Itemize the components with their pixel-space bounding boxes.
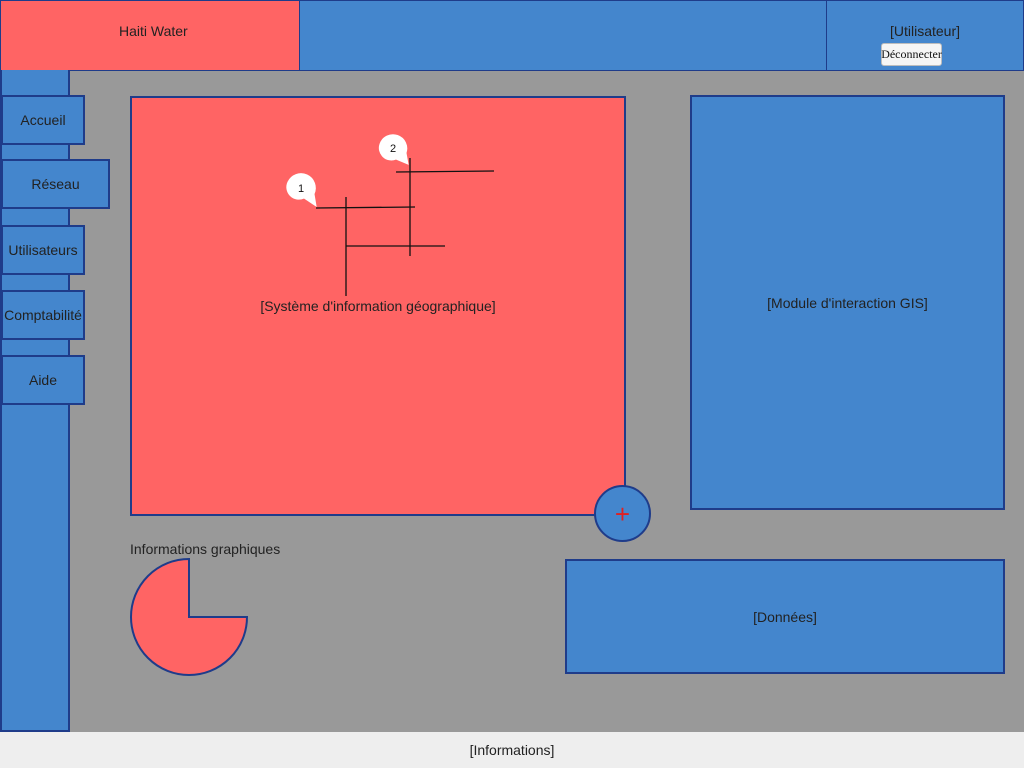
graphics-title: Informations graphiques [130,541,281,557]
map-marker-1[interactable]: 1 [286,173,317,208]
app-brand: Haiti Water [0,0,300,71]
user-panel: [Utilisateur] Déconnecter [826,0,1024,71]
sidebar-item-label: Utilisateurs [8,242,78,258]
map-marker-2[interactable]: 2 [378,134,409,165]
sidebar-item-accueil[interactable]: Accueil [1,95,85,145]
user-name: [Utilisateur] [889,23,961,39]
sidebar-item-comptabilite[interactable]: Comptabilité [1,290,85,340]
sidebar-item-reseau[interactable]: Réseau [1,159,110,209]
data-panel[interactable]: [Données] [565,559,1005,674]
plus-icon: + [614,498,631,529]
add-button[interactable]: + [594,485,651,542]
gis-map-label: [Système d'information géographique] [260,298,496,314]
sidebar-item-label: Aide [28,372,58,388]
sidebar-item-label: Accueil [20,112,66,128]
sidebar-item-aide[interactable]: Aide [1,355,85,405]
sidebar-item-label: Réseau [31,176,80,192]
top-bar [299,0,827,71]
footer-info-bar: [Informations] [0,732,1024,768]
map-marker-label: 2 [390,143,396,155]
footer-label: [Informations] [469,742,555,758]
map-line [315,206,416,209]
data-panel-label: [Données] [753,608,817,625]
map-line [395,170,495,173]
gis-module-label: [Module d'interaction GIS] [767,294,928,311]
pie-chart-icon[interactable] [128,556,250,678]
map-marker-label: 1 [298,183,304,195]
gis-interaction-module[interactable]: [Module d'interaction GIS] [690,95,1005,510]
sidebar-item-label: Comptabilité [4,307,82,323]
sidebar-item-utilisateurs[interactable]: Utilisateurs [1,225,85,275]
gis-map-panel[interactable]: 1 2 [Système d'information géographique] [130,96,626,516]
logout-button[interactable]: Déconnecter [881,43,942,66]
app-title: Haiti Water [119,23,188,39]
